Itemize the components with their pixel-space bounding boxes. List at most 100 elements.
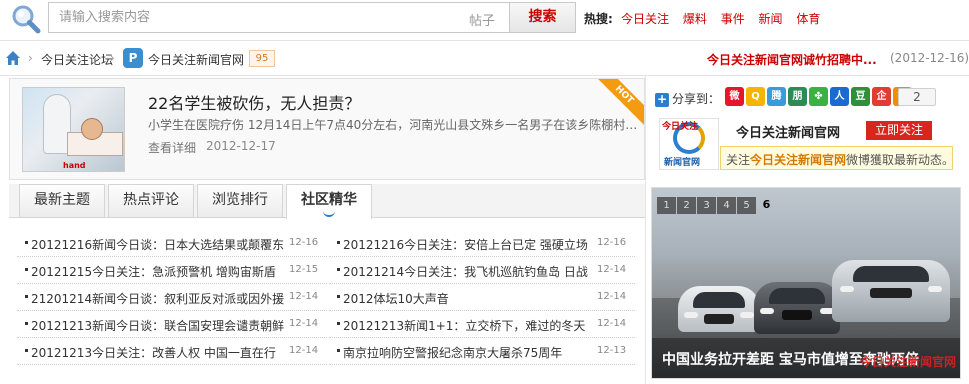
slider-page-button[interactable]: 1 [657,197,676,214]
featured-article-image[interactable]: hand [22,87,125,172]
featured-article-summary: 小学生在医院疗伤 12月14日上午7点40分左右，河南光山县文殊乡一名男子在该乡… [148,118,640,132]
news-list-item[interactable]: 20121214今日关注：我飞机巡航钓鱼岛 日战 12-14 [329,257,635,284]
logo-text-top: 今日关注 [662,122,699,132]
thread-count-badge: 95 [249,50,275,67]
bullet-icon [337,349,340,352]
slider-page-button[interactable]: 4 [717,197,736,214]
qzone-icon[interactable]: Q [746,87,765,106]
breadcrumb-forum-link[interactable]: 今日关注论坛 [41,51,113,68]
logo-text-bottom: 新闻官网 [664,158,701,168]
share-bar: +分享到： 微Q腾朋✤人豆企搜 2 [655,86,955,110]
notice-date: (2012-12-16) [890,51,969,65]
pengyou-icon[interactable]: 朋 [788,87,807,106]
qq-weibo-icon[interactable]: 腾 [767,87,786,106]
news-title[interactable]: 20121213新闻1+1：立交桥下，难过的冬天 [343,317,595,334]
featured-article-title[interactable]: 22名学生被砍伤，无人担责？ [148,90,360,114]
breadcrumb-site-link[interactable]: 今日关注新闻官网 [148,51,244,68]
chevron-right-icon: › [110,51,115,65]
follow-tip: 关注今日关注新闻官网微博獲取最新动态。 [720,146,954,170]
news-list-item[interactable]: 南京拉响防空警报纪念南京大屠杀75周年 12-13 [329,338,635,365]
news-title[interactable]: 20121214今日关注：我飞机巡航钓鱼岛 日战 [343,263,595,280]
hot-badge: HOT [598,79,644,125]
hot-search-label: 热搜: [584,12,613,26]
hot-link[interactable]: 爆料 [683,12,707,26]
plus-icon[interactable]: + [655,93,669,107]
news-title[interactable]: 21201214新闻今日谈：叙利亚反对派或因外援 [31,290,285,307]
hot-link[interactable]: 今日关注 [621,12,669,26]
follow-button[interactable]: 立即关注 [866,121,932,140]
search-type-select[interactable]: 帖子 [469,10,495,29]
hot-search-links: 今日关注 爆料 事件 新闻 体育 [621,10,830,27]
news-date: 12-14 [289,318,319,329]
home-icon[interactable] [5,50,21,66]
news-date: 12-15 [289,264,319,275]
news-list-item[interactable]: 21201214新闻今日谈：叙利亚反对派或因外援 12-14 [17,284,327,311]
news-title[interactable]: 2012体坛10大声音 [343,290,595,307]
news-list-item[interactable]: 20121216今日关注：安倍上台已定 强硬立场 12-16 [329,230,635,257]
news-title[interactable]: 20121215今日关注：急派预警机 增购宙斯盾 [31,263,285,280]
follow-account-name[interactable]: 今日关注新闻官网 [736,122,840,141]
clover-icon[interactable]: ✤ [809,87,828,106]
news-title[interactable]: 20121213今日关注：改善人权 中国一直在行 [31,344,285,361]
bullet-icon [25,322,28,325]
notice-link[interactable]: 今日关注新闻官网诚竹招聘中... [707,51,877,68]
qq-icon[interactable]: 企 [872,87,891,106]
tab-latest-topics[interactable]: 最新主题 [19,184,105,217]
share-count: 2 [898,88,936,106]
news-date: 12-14 [597,318,627,329]
news-title[interactable]: 20121216今日关注：安倍上台已定 强硬立场 [343,236,595,253]
slider-page-button[interactable]: 2 [677,197,696,214]
news-list-item[interactable]: 20121215今日关注：急派预警机 增购宙斯盾 12-15 [17,257,327,284]
bullet-icon [337,322,340,325]
bullet-icon [25,349,28,352]
site-logo: 今日关注 新闻官网 [659,118,719,170]
news-title[interactable]: 20121216新闻今日谈：日本大选结果或颠覆东 [31,236,285,253]
tab-browse-ranking[interactable]: 浏览排行 [197,184,283,217]
slider-page-button[interactable]: 3 [697,197,716,214]
chevron-right-icon: › [28,51,33,65]
slider-page-button[interactable]: 5 [737,197,756,214]
news-date: 12-16 [597,237,627,248]
renren-icon[interactable]: 人 [830,87,849,106]
site-icon: P [123,48,143,68]
search-box: 帖子 [48,2,510,33]
news-title[interactable]: 南京拉响防空警报纪念南京大屠杀75周年 [343,344,595,361]
weibo-icon[interactable]: 微 [725,87,744,106]
car-image [678,286,760,332]
news-date: 12-14 [289,345,319,356]
slider-watermark: 今日关注新闻官网 [859,355,956,369]
news-date: 12-14 [597,264,627,275]
search-input[interactable] [59,3,439,32]
tab-community-picks[interactable]: 社区精华 [286,184,372,219]
search-icon [12,5,41,34]
hot-link[interactable]: 体育 [796,12,820,26]
car-image [832,260,950,322]
top-search-bar: 帖子 搜索 热搜: 今日关注 爆料 事件 新闻 体育 [0,0,969,38]
image-slider[interactable]: 123456 中国业务拉开差距 宝马市值增至奔驰两倍 今日关注新闻官网 [651,187,961,379]
hot-link[interactable]: 事件 [721,12,745,26]
bullet-icon [25,241,28,244]
news-list-item[interactable]: 2012体坛10大声音 12-14 [329,284,635,311]
douban-icon[interactable]: 豆 [851,87,870,106]
slider-page-button[interactable]: 6 [757,196,776,213]
bullet-icon [337,241,340,244]
news-tabs: 最新主题 热点评论 浏览排行 社区精华 [9,184,645,219]
news-date: 12-14 [597,291,627,302]
view-details-link[interactable]: 查看详细 [148,139,196,156]
news-date: 12-14 [289,291,319,302]
search-button[interactable]: 搜索 [510,2,576,33]
share-label: + 分享到： [655,92,721,107]
news-date: 12-16 [289,237,319,248]
featured-article-date: 2012-12-17 [206,139,276,153]
bullet-icon [25,295,28,298]
news-list-item[interactable]: 20121213今日关注：改善人权 中国一直在行 12-14 [17,338,327,365]
car-image [754,282,840,334]
news-list-item[interactable]: 20121216新闻今日谈：日本大选结果或颠覆东 12-16 [17,230,327,257]
bullet-icon [337,268,340,271]
news-list-item[interactable]: 20121213新闻今日谈：联合国安理会谴责朝鲜 12-14 [17,311,327,338]
hot-link[interactable]: 新闻 [759,12,783,26]
tab-hot-comments[interactable]: 热点评论 [108,184,194,217]
news-title[interactable]: 20121213新闻今日谈：联合国安理会谴责朝鲜 [31,317,285,334]
news-list-item[interactable]: 20121213新闻1+1：立交桥下，难过的冬天 12-14 [329,311,635,338]
news-date: 12-13 [597,345,627,356]
